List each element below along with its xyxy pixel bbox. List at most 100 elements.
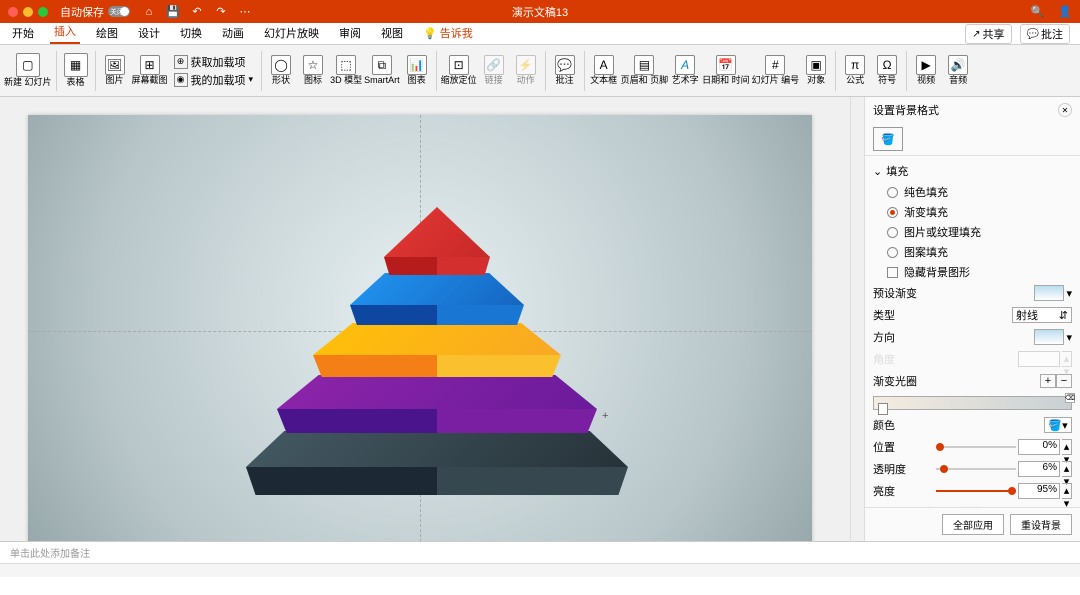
pyramid-layer-3[interactable] bbox=[313, 323, 561, 377]
reset-background-button[interactable]: 重设背景 bbox=[1010, 514, 1072, 535]
pyramid-layer-2[interactable] bbox=[350, 273, 524, 325]
stops-label: 渐变光圈 bbox=[873, 373, 933, 389]
tab-transitions[interactable]: 切换 bbox=[176, 22, 206, 44]
share-button[interactable]: ↗ 共享 bbox=[965, 24, 1011, 44]
tab-view[interactable]: 视图 bbox=[377, 22, 407, 44]
search-icon[interactable]: 🔍 bbox=[1031, 5, 1045, 18]
notes-placeholder[interactable]: 单击此处添加备注 bbox=[0, 541, 1080, 563]
tab-home[interactable]: 开始 bbox=[8, 22, 38, 44]
transparency-slider[interactable] bbox=[936, 461, 1016, 477]
tab-review[interactable]: 审阅 bbox=[335, 22, 365, 44]
brightness-slider[interactable] bbox=[936, 483, 1016, 499]
account-icon[interactable]: 👤 bbox=[1058, 5, 1072, 18]
slide[interactable]: + bbox=[28, 115, 812, 541]
vertical-scrollbar[interactable] bbox=[850, 97, 864, 541]
direction-label: 方向 bbox=[873, 329, 933, 345]
save-icon[interactable]: 💾 bbox=[166, 5, 180, 19]
pyramid-smartart[interactable] bbox=[246, 207, 628, 517]
tab-animations[interactable]: 动画 bbox=[218, 22, 248, 44]
status-bar bbox=[0, 563, 1080, 577]
link-button: 🔗链接 bbox=[479, 55, 509, 86]
header-footer-button[interactable]: ▤页眉和 页脚 bbox=[621, 55, 669, 86]
screenshot-button[interactable]: ⊞屏幕截图 bbox=[132, 55, 168, 86]
preset-gradient-picker[interactable] bbox=[1034, 285, 1064, 301]
shapes-button[interactable]: ◯形状 bbox=[266, 55, 296, 86]
undo-icon[interactable]: ↶ bbox=[190, 5, 204, 19]
equation-button[interactable]: π公式 bbox=[840, 55, 870, 86]
audio-button[interactable]: 🔊音频 bbox=[943, 55, 973, 86]
redo-icon[interactable]: ↷ bbox=[214, 5, 228, 19]
tab-design[interactable]: 设计 bbox=[134, 22, 164, 44]
fill-section-header[interactable]: ⌄填充 bbox=[873, 160, 1072, 182]
window-controls[interactable] bbox=[8, 7, 48, 17]
quick-access-toolbar: ⌂ 💾 ↶ ↷ ⋯ bbox=[142, 5, 252, 19]
gradient-stops-bar[interactable]: ⌫ bbox=[873, 396, 1072, 410]
document-title: 演示文稿13 bbox=[512, 4, 568, 20]
fill-solid-radio[interactable]: 纯色填充 bbox=[873, 182, 1072, 202]
brightness-input[interactable]: 95% bbox=[1018, 483, 1060, 499]
tab-slideshow[interactable]: 幻灯片放映 bbox=[260, 22, 323, 44]
panel-close-button[interactable]: ✕ bbox=[1058, 103, 1072, 117]
table-button[interactable]: ▦表格 bbox=[61, 53, 91, 88]
fill-picture-radio[interactable]: 图片或纹理填充 bbox=[873, 222, 1072, 242]
color-picker[interactable]: 🪣▾ bbox=[1044, 417, 1072, 433]
rotate-with-shape-checkbox: 与形状一起旋转 bbox=[873, 502, 1072, 507]
tab-draw[interactable]: 绘图 bbox=[92, 22, 122, 44]
icons-button[interactable]: ☆图标 bbox=[298, 55, 328, 86]
get-addons-button[interactable]: ⊕获取加载项 bbox=[174, 53, 246, 71]
tab-tellme[interactable]: 💡 告诉我 bbox=[419, 22, 477, 44]
slide-number-button[interactable]: #幻灯片 编号 bbox=[752, 55, 800, 86]
position-label: 位置 bbox=[873, 439, 933, 455]
chevron-down-icon: ⌄ bbox=[873, 165, 882, 178]
position-slider[interactable] bbox=[936, 439, 1016, 455]
pyramid-layer-5[interactable] bbox=[246, 431, 628, 495]
brightness-label: 亮度 bbox=[873, 483, 933, 499]
tab-insert[interactable]: 插入 bbox=[50, 20, 80, 44]
hide-bg-checkbox[interactable]: 隐藏背景图形 bbox=[873, 262, 1072, 282]
pyramid-layer-4[interactable] bbox=[277, 375, 597, 433]
gradient-delete-icon[interactable]: ⌫ bbox=[1065, 393, 1075, 403]
direction-picker[interactable] bbox=[1034, 329, 1064, 345]
comments-button[interactable]: 💬 批注 bbox=[1020, 24, 1070, 44]
angle-label: 角度 bbox=[873, 351, 933, 367]
more-icon[interactable]: ⋯ bbox=[238, 5, 252, 19]
paintbucket-icon: 🪣 bbox=[881, 133, 895, 146]
my-addons-button[interactable]: ◉我的加载项 ▾ bbox=[174, 71, 254, 89]
transparency-input[interactable]: 6% bbox=[1018, 461, 1060, 477]
angle-input bbox=[1018, 351, 1060, 367]
ribbon-tabs: 开始 插入 绘图 设计 切换 动画 幻灯片放映 审阅 视图 💡 告诉我 ↗ 共享… bbox=[0, 23, 1080, 45]
new-slide-button[interactable]: ▢新建 幻灯片 bbox=[4, 53, 52, 88]
fill-tab-icon[interactable]: 🪣 bbox=[873, 127, 903, 151]
symbol-button[interactable]: Ω符号 bbox=[872, 55, 902, 86]
preset-gradient-label: 预设渐变 bbox=[873, 285, 933, 301]
fill-gradient-radio[interactable]: 渐变填充 bbox=[873, 202, 1072, 222]
wordart-button[interactable]: A艺术字 bbox=[670, 55, 700, 86]
chart-button[interactable]: 📊图表 bbox=[402, 55, 432, 86]
textbox-button[interactable]: A文本框 bbox=[589, 55, 619, 86]
color-label: 颜色 bbox=[873, 417, 933, 433]
datetime-button[interactable]: 📅日期和 时间 bbox=[702, 55, 750, 86]
action-button: ⚡动作 bbox=[511, 55, 541, 86]
cursor-cross-icon: + bbox=[602, 410, 608, 422]
smartart-button[interactable]: ⧉SmartArt bbox=[364, 55, 400, 86]
video-button[interactable]: ▶视频 bbox=[911, 55, 941, 86]
autosave-toggle[interactable]: 自动保存 关闭 bbox=[60, 4, 130, 20]
gradient-stop-handle[interactable] bbox=[878, 403, 888, 415]
format-background-panel: 设置背景格式 ✕ 🪣 ⌄填充 纯色填充 渐变填充 图片或纹理填充 图案填充 隐藏… bbox=[864, 97, 1080, 541]
titlebar: 自动保存 关闭 ⌂ 💾 ↶ ↷ ⋯ 演示文稿13 🔍 👤 bbox=[0, 0, 1080, 23]
apply-all-button[interactable]: 全部应用 bbox=[942, 514, 1004, 535]
slide-canvas[interactable]: + bbox=[0, 97, 850, 541]
position-input[interactable]: 0% bbox=[1018, 439, 1060, 455]
panel-title: 设置背景格式 bbox=[873, 102, 939, 118]
comment-button[interactable]: 💬批注 bbox=[550, 55, 580, 86]
type-select[interactable]: 射线⇵ bbox=[1012, 307, 1072, 323]
home-icon[interactable]: ⌂ bbox=[142, 5, 156, 19]
zoom-button[interactable]: ⊡缩放定位 bbox=[441, 55, 477, 86]
pictures-button[interactable]: 🖼图片 bbox=[100, 55, 130, 86]
type-label: 类型 bbox=[873, 307, 933, 323]
transparency-label: 透明度 bbox=[873, 461, 933, 477]
object-button[interactable]: ▣对象 bbox=[801, 55, 831, 86]
pyramid-layer-1[interactable] bbox=[384, 207, 490, 275]
3d-models-button[interactable]: ⬚3D 模型 bbox=[330, 55, 362, 86]
fill-pattern-radio[interactable]: 图案填充 bbox=[873, 242, 1072, 262]
